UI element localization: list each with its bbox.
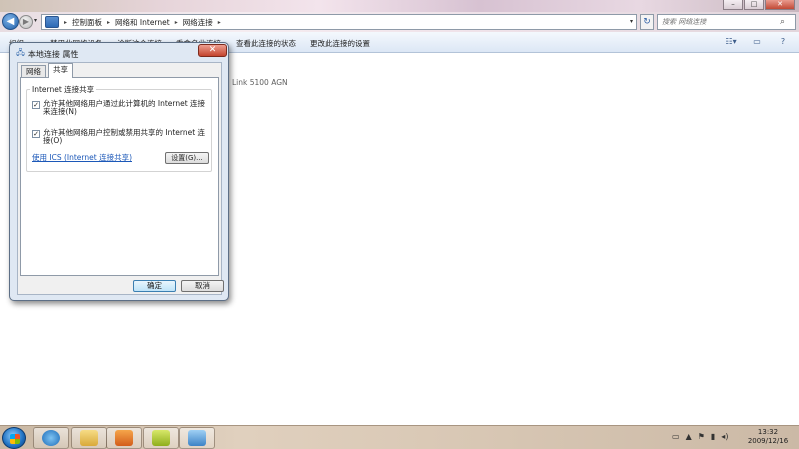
search-icon[interactable]: ⌕: [780, 17, 785, 27]
ok-button[interactable]: 确定: [133, 280, 176, 292]
preview-pane-icon[interactable]: ▭: [749, 36, 765, 48]
volume-icon[interactable]: ◂): [721, 432, 728, 441]
explorer-icon[interactable]: [71, 427, 107, 449]
view-status-button[interactable]: 查看此连接的状态: [236, 38, 296, 49]
settings-button[interactable]: 设置(G)...: [165, 152, 209, 164]
address-bar[interactable]: ▸ 控制面板 ▸ 网络和 Internet ▸ 网络连接 ▸ ▾: [41, 14, 637, 30]
dialog-title-bar: 🖧 本地连接 属性: [16, 47, 78, 61]
group-title: Internet 连接共享: [30, 84, 97, 95]
remote-desktop-icon[interactable]: [179, 427, 215, 449]
breadcrumb-network-internet[interactable]: 网络和 Internet: [112, 17, 173, 28]
allow-connect-label[interactable]: 允许其他网络用户通过此计算机的 Internet 连接来连接(N): [43, 100, 211, 116]
chevron-right-icon[interactable]: ▸: [216, 19, 223, 26]
allow-control-checkbox[interactable]: ✓: [32, 130, 40, 138]
network-tray-icon[interactable]: ▮: [711, 432, 715, 441]
address-dropdown-icon[interactable]: ▾: [630, 18, 633, 25]
tab-network[interactable]: 网络: [21, 65, 46, 77]
forward-icon[interactable]: ▶: [19, 15, 33, 29]
help-icon[interactable]: ?: [775, 36, 791, 48]
view-options-icon[interactable]: ☷▾: [723, 36, 739, 48]
cancel-button[interactable]: 取消: [181, 280, 224, 292]
navigation-bar: ◀ ▶ ▾ ▸ 控制面板 ▸ 网络和 Internet ▸ 网络连接 ▸ ▾ ↻…: [0, 12, 799, 32]
chevron-right-icon[interactable]: ▸: [173, 19, 180, 26]
tab-sharing[interactable]: 共享: [48, 63, 73, 78]
clock-date: 2009/12/16: [747, 437, 789, 445]
breadcrumb-control-panel[interactable]: 控制面板: [69, 17, 105, 28]
back-icon[interactable]: ◀: [2, 13, 19, 30]
ics-help-link[interactable]: 使用 ICS (Internet 连接共享): [32, 152, 132, 163]
allow-control-label[interactable]: 允许其他网络用户控制或禁用共享的 Internet 连接(O): [43, 129, 211, 145]
minimize-button[interactable]: –: [723, 0, 743, 10]
close-icon[interactable]: ✕: [198, 44, 227, 57]
allow-connect-option[interactable]: ✓ 允许其他网络用户通过此计算机的 Internet 连接来连接(N): [32, 100, 211, 116]
media-player-icon[interactable]: [106, 427, 142, 449]
dialog-title: 本地连接 属性: [27, 49, 79, 59]
windows-start-icon[interactable]: [2, 427, 26, 449]
network-connection-icon: 🖧: [16, 48, 25, 57]
flag-icon[interactable]: ⚑: [698, 432, 705, 441]
download-icon[interactable]: [143, 427, 179, 449]
ie-icon[interactable]: [33, 427, 69, 449]
search-input[interactable]: [658, 18, 776, 26]
chevron-right-icon[interactable]: ▸: [62, 19, 69, 26]
clock-time: 13:32: [757, 428, 779, 436]
refresh-icon[interactable]: ↻: [640, 14, 654, 30]
show-hidden-icon[interactable]: ▲: [686, 432, 692, 441]
view-tools: ☷▾ ▭ ?: [723, 36, 791, 48]
allow-control-option[interactable]: ✓ 允许其他网络用户控制或禁用共享的 Internet 连接(O): [32, 129, 211, 145]
maximize-button[interactable]: □: [744, 0, 764, 10]
system-tray: ▭ ▲ ⚑ ▮ ◂): [672, 432, 728, 441]
dialog-body: 网络 共享 Internet 连接共享 ✓ 允许其他网络用户通过此计算机的 In…: [17, 62, 224, 295]
recent-pages-dropdown-icon[interactable]: ▾: [34, 17, 37, 24]
sharing-panel: Internet 连接共享 ✓ 允许其他网络用户通过此计算机的 Internet…: [20, 77, 219, 276]
connection-properties-dialog: 🖧 本地连接 属性 ✕ 网络 共享 Internet 连接共享 ✓ 允许其他网络…: [9, 42, 229, 301]
ics-group: Internet 连接共享 ✓ 允许其他网络用户通过此计算机的 Internet…: [26, 84, 212, 172]
clock[interactable]: 13:32 2009/12/16: [744, 428, 792, 446]
breadcrumb-network-connections[interactable]: 网络连接: [180, 17, 216, 28]
adapter-name-label: Link 5100 AGN: [232, 78, 288, 87]
window-controls: – □ ✕: [723, 0, 795, 10]
window-title-bar: – □ ✕: [0, 0, 799, 12]
search-box[interactable]: ⌕: [657, 14, 796, 30]
change-settings-button[interactable]: 更改此连接的设置: [310, 38, 370, 49]
close-window-button[interactable]: ✕: [765, 0, 795, 10]
network-folder-icon: [45, 16, 59, 28]
allow-connect-checkbox[interactable]: ✓: [32, 101, 40, 109]
taskbar: ▭ ▲ ⚑ ▮ ◂) 13:32 2009/12/16: [0, 425, 799, 449]
chevron-right-icon[interactable]: ▸: [105, 19, 112, 26]
keyboard-icon[interactable]: ▭: [672, 432, 680, 441]
